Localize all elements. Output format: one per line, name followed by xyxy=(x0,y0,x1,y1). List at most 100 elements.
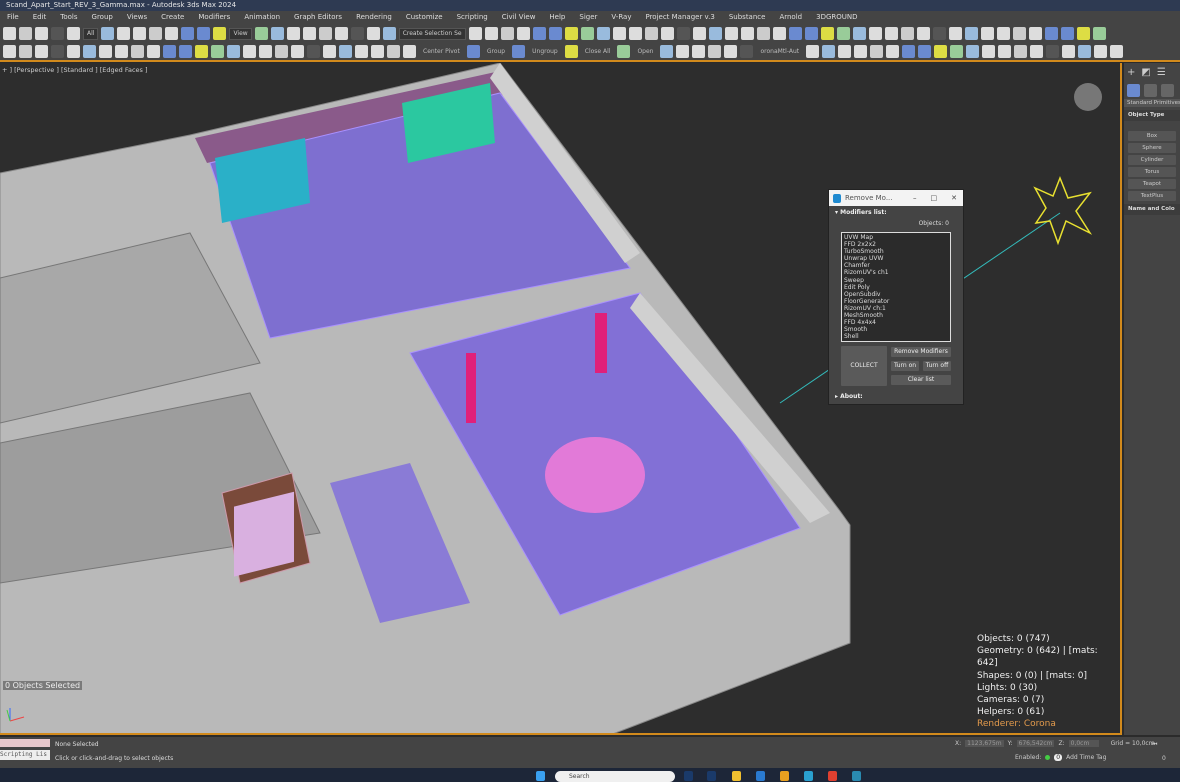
teapot-icon[interactable] xyxy=(3,45,16,58)
menu-graph-editors[interactable]: Graph Editors xyxy=(287,11,349,24)
proxy-icon[interactable] xyxy=(291,45,304,58)
menu-v-ray[interactable]: V-Ray xyxy=(604,11,638,24)
chrome-icon[interactable] xyxy=(828,771,837,781)
rect-selection-icon[interactable] xyxy=(1092,27,1106,40)
menu-customize[interactable]: Customize xyxy=(399,11,450,24)
modifier-list-item[interactable]: RizomUV's ch1 xyxy=(844,269,948,276)
camera-target-icon[interactable] xyxy=(275,45,288,58)
render-elements-icon[interactable] xyxy=(1062,45,1076,58)
teapot-icon[interactable] xyxy=(870,45,884,58)
modifier-list-item[interactable]: RizomUV ch:1 xyxy=(844,305,948,312)
autocad-icon[interactable] xyxy=(780,771,789,781)
percent-snap-icon[interactable] xyxy=(772,27,786,40)
link-icon[interactable] xyxy=(580,27,594,40)
create-tab-icon[interactable]: + xyxy=(1127,67,1135,78)
light-icon[interactable] xyxy=(806,45,820,58)
vray-logo-icon[interactable] xyxy=(1094,45,1108,58)
align-icon[interactable] xyxy=(334,27,348,40)
edit-named-sets-icon[interactable] xyxy=(804,27,818,40)
start-icon[interactable] xyxy=(536,771,545,781)
render-icon[interactable] xyxy=(948,27,962,40)
sky-icon[interactable] xyxy=(564,45,578,58)
select-object-icon[interactable] xyxy=(101,27,115,40)
tools-icon[interactable] xyxy=(740,45,754,58)
modifier-list-item[interactable]: FFD 4x4x4 xyxy=(844,319,948,326)
about-rollout[interactable]: ▸ About: xyxy=(829,390,863,400)
undo-icon[interactable] xyxy=(980,27,994,40)
x-coordinate-field[interactable]: 1123,675m xyxy=(965,740,1004,747)
center-pivot-button[interactable]: Center Pivot xyxy=(419,48,464,55)
taskbar-search[interactable]: Search xyxy=(555,771,675,782)
spotlight-icon[interactable] xyxy=(403,45,416,58)
modifier-list-item[interactable]: Chamfer xyxy=(844,262,948,269)
category-dropdown[interactable]: Standard Primitives xyxy=(1124,99,1180,107)
link-icon[interactable] xyxy=(1012,27,1026,40)
selection-filter-dropdown[interactable]: All xyxy=(83,27,99,40)
scale-icon[interactable] xyxy=(724,27,738,40)
material-editor-icon[interactable] xyxy=(916,27,930,40)
fog-icon[interactable] xyxy=(854,45,868,58)
percent-snap-icon[interactable] xyxy=(270,27,284,40)
file-explorer-icon[interactable] xyxy=(732,771,741,781)
toggle-scene-explorer-icon[interactable] xyxy=(366,27,380,40)
modifier-list-item[interactable]: MeshSmooth xyxy=(844,312,948,319)
named-selection-dropdown[interactable]: Create Selection Se xyxy=(398,27,466,40)
window-crossing-icon[interactable] xyxy=(676,27,690,40)
omni-light-icon[interactable] xyxy=(966,45,980,58)
redo-icon[interactable] xyxy=(996,27,1010,40)
outlook-icon[interactable] xyxy=(756,771,765,781)
modifier-list-item[interactable]: Smooth xyxy=(844,326,948,333)
menu-modifiers[interactable]: Modifiers xyxy=(191,11,237,24)
layer-explorer-icon[interactable] xyxy=(350,27,364,40)
close-all-button[interactable]: Close All xyxy=(581,48,615,55)
tools-icon[interactable] xyxy=(243,45,256,58)
frame-field[interactable]: 0 xyxy=(1162,755,1166,762)
menu-arnold[interactable]: Arnold xyxy=(772,11,809,24)
schematic-view-icon[interactable] xyxy=(900,27,914,40)
ungroup-button[interactable]: Ungroup xyxy=(528,48,562,55)
render-icon[interactable] xyxy=(516,27,530,40)
curve-editor-icon[interactable] xyxy=(884,27,898,40)
sphere-icon[interactable] xyxy=(19,45,32,58)
menu-siger[interactable]: Siger xyxy=(572,11,604,24)
corona-material-field[interactable]: oronaMtl-Aut xyxy=(756,48,803,55)
unlink-icon[interactable] xyxy=(596,27,610,40)
select-by-name-icon[interactable] xyxy=(117,27,131,40)
scatter-icon[interactable] xyxy=(1046,45,1060,58)
rotate-icon[interactable] xyxy=(181,27,195,40)
menu-edit[interactable]: Edit xyxy=(26,11,54,24)
render-frame-window-icon[interactable] xyxy=(532,27,546,40)
vray-logo-icon[interactable] xyxy=(227,45,240,58)
modifier-list-item[interactable]: Shell xyxy=(844,333,948,340)
angle-snap-icon[interactable] xyxy=(756,27,770,40)
minimize-button[interactable]: – xyxy=(913,194,917,202)
modifier-list-item[interactable]: Sweep xyxy=(844,277,948,284)
close-button[interactable]: ✕ xyxy=(951,194,957,202)
render-frame-window-icon[interactable] xyxy=(964,27,978,40)
sphere-gizmo-icon[interactable] xyxy=(163,45,176,58)
rotate-icon[interactable] xyxy=(708,27,722,40)
modifier-list-item[interactable]: Edit Poly xyxy=(844,284,948,291)
turn-off-button[interactable]: Turn off xyxy=(923,361,951,371)
select-by-name-icon[interactable] xyxy=(1076,27,1090,40)
layers-icon[interactable] xyxy=(371,45,384,58)
modifiers-list-header[interactable]: ▾ Modifiers list: xyxy=(829,206,963,216)
go-to-start-icon[interactable]: ⏮ xyxy=(1152,741,1157,749)
angle-snap-icon[interactable] xyxy=(254,27,268,40)
layers-icon[interactable] xyxy=(918,45,932,58)
3dsmax-taskbar-icon[interactable] xyxy=(852,771,861,781)
menu-project-manager-v-3[interactable]: Project Manager v.3 xyxy=(638,11,721,24)
modifier-list-item[interactable]: TurboSmooth xyxy=(844,248,948,255)
render-elements-icon[interactable] xyxy=(692,45,706,58)
modifier-list-item[interactable]: FloorGenerator xyxy=(844,298,948,305)
reference-coordinate-dropdown[interactable]: View xyxy=(229,27,252,40)
camera-icon[interactable] xyxy=(67,45,80,58)
sphere-button[interactable]: Sphere xyxy=(1128,143,1176,153)
scatter-icon[interactable] xyxy=(676,45,690,58)
rect-selection-icon[interactable] xyxy=(133,27,147,40)
snap-icon[interactable] xyxy=(213,27,227,40)
proxy-icon[interactable] xyxy=(838,45,852,58)
layers-icon[interactable] xyxy=(51,45,64,58)
shapes-icon[interactable] xyxy=(1144,84,1157,97)
enabled-value[interactable]: 0 xyxy=(1054,754,1063,761)
